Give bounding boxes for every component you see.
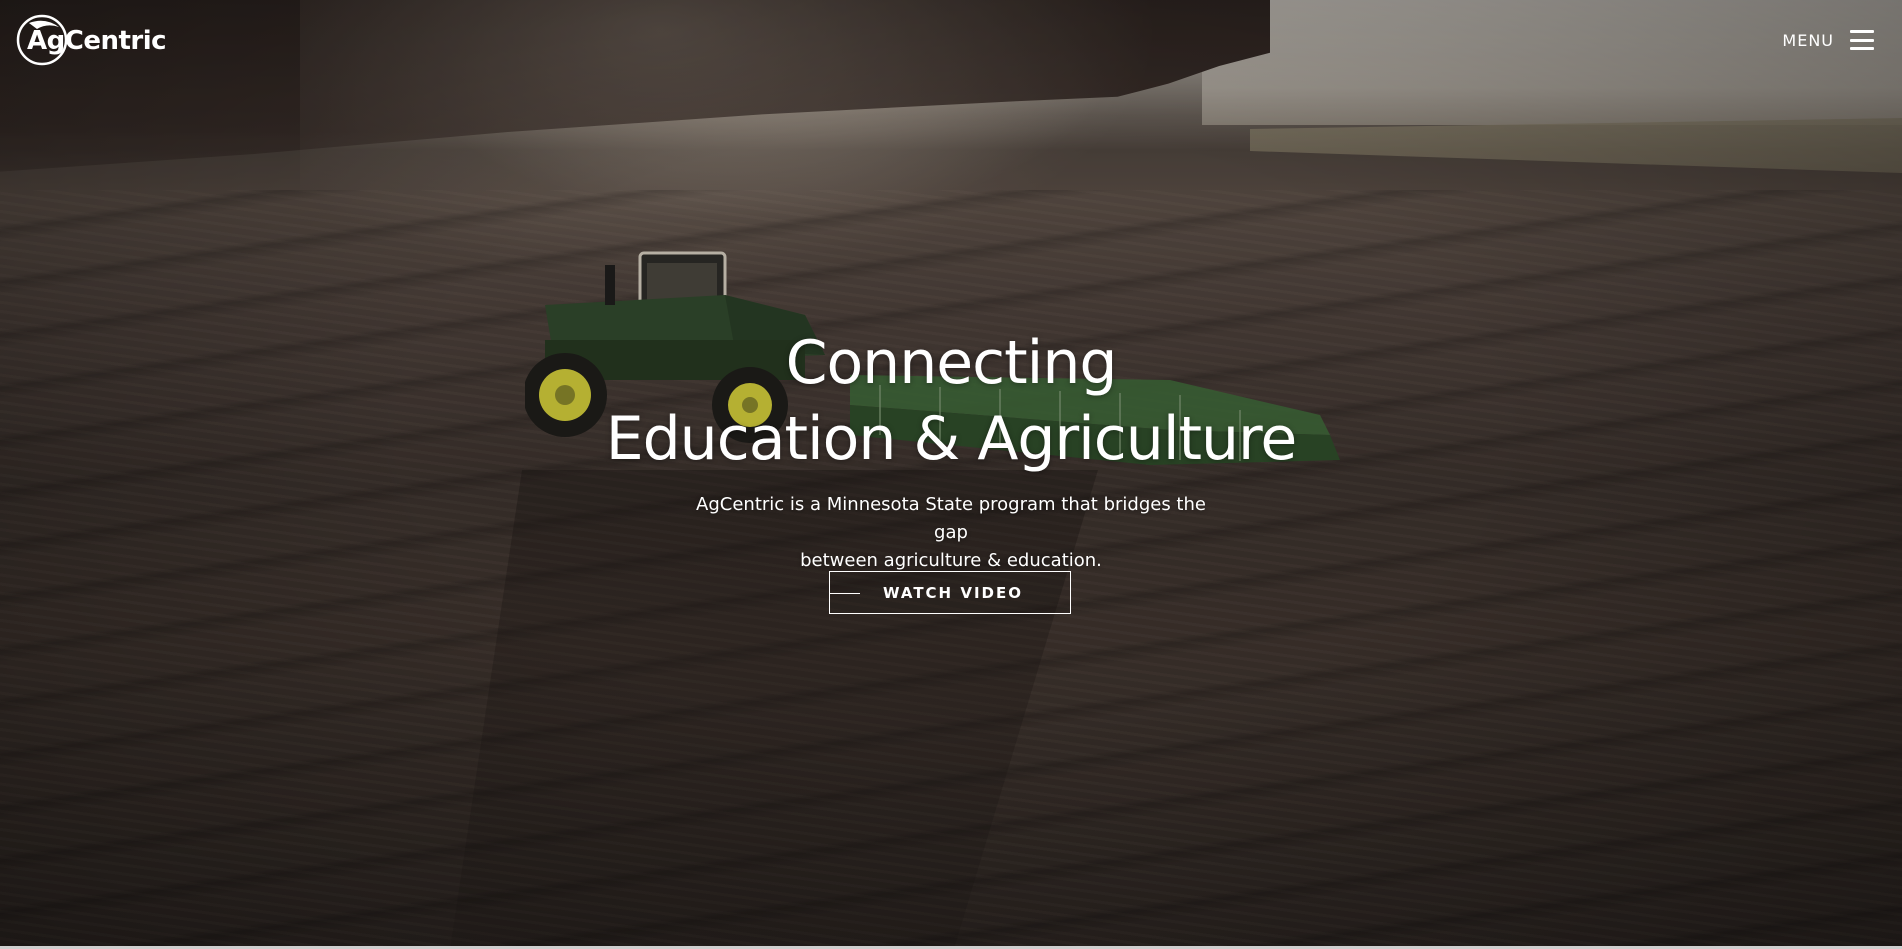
hero-page: AgCentric MENU Connecting Education & Ag… xyxy=(0,0,1902,949)
watch-video-button[interactable]: WATCH VIDEO xyxy=(829,571,1071,614)
hero-subtitle-line-2: between agriculture & education. xyxy=(800,550,1102,571)
hero-subtitle: AgCentric is a Minnesota State program t… xyxy=(681,491,1221,575)
watch-video-label: WATCH VIDEO xyxy=(883,583,1023,602)
agcentric-logo-link[interactable]: AgCentric xyxy=(15,12,167,68)
hero-subtitle-line-1: AgCentric is a Minnesota State program t… xyxy=(696,494,1206,543)
button-accent-line xyxy=(830,593,860,594)
menu-label: MENU xyxy=(1782,30,1834,50)
logo-text: AgCentric xyxy=(27,26,167,56)
hero-content: Connecting Education & Agriculture AgCen… xyxy=(0,325,1902,575)
hero-title-line-1: Connecting xyxy=(785,328,1118,398)
hero-title-line-2: Education & Agriculture xyxy=(605,404,1298,474)
agcentric-logo-icon: AgCentric xyxy=(15,13,167,67)
hero-title: Connecting Education & Agriculture xyxy=(0,325,1902,477)
menu-button[interactable]: MENU xyxy=(1782,30,1874,50)
hamburger-menu-icon xyxy=(1850,30,1874,50)
